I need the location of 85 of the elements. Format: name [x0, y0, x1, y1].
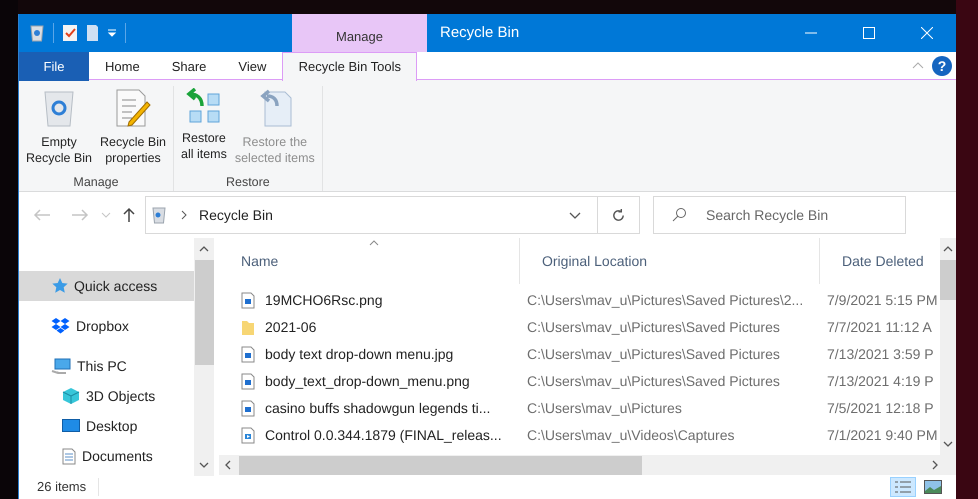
dropdown-icon[interactable]	[107, 29, 117, 37]
image-file-icon	[241, 292, 255, 309]
table-cell-text: 7/9/2021 5:15 PM	[826, 291, 938, 310]
restore-arrow-with-squares-icon	[186, 88, 222, 124]
file-name[interactable]: body_text_drop-down_menu.png	[265, 371, 470, 392]
navigation-item[interactable]: Dropbox	[19, 311, 194, 341]
table-cell-text: 7/5/2021 12:18 P	[826, 399, 934, 418]
ribbon-command-button[interactable]: Restore all items	[178, 86, 230, 172]
navigation-item[interactable]: This PC	[19, 351, 194, 381]
file-name[interactable]: casino buffs shadowgun legends ti...	[265, 398, 490, 419]
column-header[interactable]: Original Location	[519, 238, 819, 284]
details-view-icon	[894, 480, 912, 494]
checklist-icon[interactable]	[62, 24, 78, 42]
recycle-bin-icon[interactable]	[29, 24, 45, 42]
column-header[interactable]: Name	[219, 238, 519, 284]
file-name[interactable]: body text drop-down menu.jpg	[265, 344, 454, 365]
address-bar[interactable]: Recycle Bin	[145, 196, 640, 234]
scroll-down-icon[interactable]	[943, 441, 953, 447]
close-icon	[921, 27, 933, 39]
table-cell-text: 7/13/2021 3:59 P	[826, 345, 934, 364]
table-cell-text: C:\Users\mav_u\Pictures\Saved Pictures	[526, 318, 781, 337]
monitor-icon	[62, 419, 80, 433]
navigation-item[interactable]: Desktop	[19, 411, 194, 441]
ribbon-group-label: Restore	[226, 174, 270, 191]
scrollbar[interactable]	[940, 238, 956, 455]
scrollbar-thumb[interactable]	[239, 456, 642, 474]
table-cell-text: 7/1/2021 9:40 PM	[826, 426, 938, 445]
table-cell-text: C:\Users\mav_u\Pictures\Saved Pictures	[526, 372, 781, 391]
window-title: Recycle Bin	[439, 22, 520, 43]
help-icon[interactable]: ?	[932, 56, 952, 76]
scrollbar-thumb[interactable]	[194, 260, 214, 365]
document-with-pencil-icon	[115, 88, 151, 128]
folder-icon	[241, 319, 255, 336]
table-cell-text: 7/7/2021 11:12 A	[826, 318, 932, 337]
search-icon	[671, 207, 687, 223]
table-cell-text: C:\Users\mav_u\Pictures	[526, 399, 683, 418]
scroll-left-icon[interactable]	[225, 460, 231, 470]
address-text: Recycle Bin	[199, 206, 273, 225]
scroll-up-icon[interactable]	[943, 246, 953, 252]
navigation-item[interactable]: Documents	[19, 441, 194, 471]
cube-icon	[62, 387, 80, 405]
context-tab-group: Manage	[292, 14, 427, 52]
image-file-icon	[241, 400, 255, 417]
scroll-up-icon[interactable]	[199, 246, 209, 252]
ribbon-tab[interactable]: File	[19, 52, 89, 81]
table-cell-text: C:\Users\mav_u\Pictures\Saved Pictures\2...	[526, 291, 804, 310]
status-text: 26 items	[37, 478, 86, 496]
scrollbar-thumb[interactable]	[940, 260, 956, 300]
ribbon-tab[interactable]: View	[222, 52, 282, 81]
video-file-icon	[241, 427, 255, 444]
star-icon	[51, 278, 68, 294]
ribbon-tab[interactable]: Share	[156, 52, 222, 81]
picture-icon	[924, 480, 942, 494]
page-icon[interactable]	[86, 24, 99, 42]
view-toggle-button[interactable]	[890, 476, 916, 496]
scroll-right-icon[interactable]	[932, 460, 938, 470]
table-cell-text: C:\Users\mav_u\Videos\Captures	[526, 426, 736, 445]
refresh-icon	[611, 208, 626, 222]
image-file-icon	[241, 373, 255, 390]
up-arrow-icon[interactable]	[123, 207, 135, 223]
ribbon-command-button[interactable]: Recycle Bin properties	[97, 86, 169, 172]
ribbon-tab[interactable]: Recycle Bin Tools	[282, 52, 418, 81]
dropbox-icon	[51, 318, 70, 334]
image-file-icon	[241, 346, 255, 363]
minimize-icon	[805, 32, 817, 34]
file-name[interactable]: Control 0.0.344.1879 (FINAL_releas...	[265, 425, 502, 446]
maximize-icon	[863, 27, 875, 39]
ribbon-command-button[interactable]: Empty Recycle Bin	[23, 86, 95, 172]
search-field[interactable]: Search Recycle Bin	[653, 196, 906, 234]
breadcrumb-chevron-icon[interactable]	[181, 210, 187, 220]
ribbon-tab[interactable]: Home	[89, 52, 156, 81]
table-cell-text: C:\Users\mav_u\Pictures\Saved Pictures	[526, 345, 781, 364]
scroll-down-icon[interactable]	[199, 462, 209, 468]
scrollbar[interactable]	[194, 238, 214, 476]
recycle-bin-icon	[151, 206, 167, 224]
collapse-ribbon-icon[interactable]	[912, 62, 924, 69]
file-name[interactable]: 19MCHO6Rsc.png	[265, 290, 382, 311]
file-name[interactable]: 2021-06	[265, 317, 316, 338]
computer-icon	[51, 358, 71, 374]
navigation-item[interactable]: Quick access	[19, 271, 194, 301]
navigation-item[interactable]: 3D Objects	[19, 381, 194, 411]
dropdown-chevron-icon[interactable]	[569, 212, 581, 218]
table-cell-text: 7/13/2021 4:19 P	[826, 372, 934, 391]
document-icon	[62, 448, 76, 464]
ribbon-group-label: Manage	[73, 174, 119, 191]
